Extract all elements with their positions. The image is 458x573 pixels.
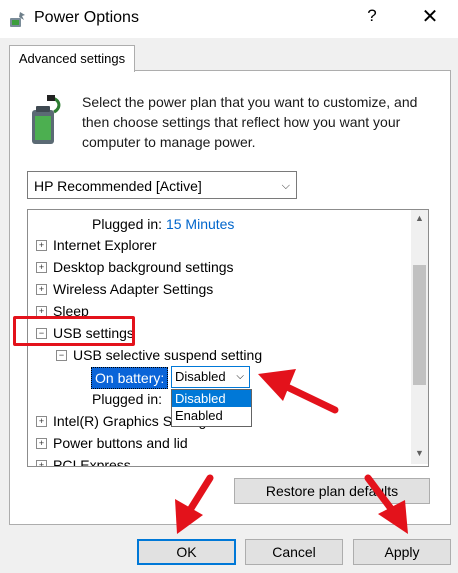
power-plan-select[interactable]: HP Recommended [Active] ⌵ (27, 171, 297, 199)
usb-suspend-select[interactable]: Disabled ⌵ (171, 366, 250, 388)
usb-suspend-value: Disabled (175, 369, 226, 384)
usb-suspend-dropdown-list[interactable]: Disabled Enabled (171, 389, 252, 427)
option-enabled[interactable]: Enabled (172, 407, 251, 424)
tree-item-label: Internet Explorer (53, 237, 157, 253)
tree-item-plugged-in-usb[interactable]: Plugged in: (92, 388, 162, 410)
expand-icon[interactable]: + (36, 415, 47, 427)
tree-item-label: Power buttons and lid (53, 435, 188, 451)
expand-icon[interactable]: + (36, 437, 47, 449)
tree-item-plugged-in-sleep[interactable]: Plugged in: 15 Minutes (92, 213, 234, 235)
scroll-up-icon[interactable]: ▲ (411, 213, 428, 223)
title-bar: Power Options ? ✕ (0, 0, 458, 38)
power-plan-value: HP Recommended [Active] (34, 178, 202, 194)
expand-icon[interactable]: + (36, 283, 47, 295)
chevron-down-icon: ⌵ (281, 180, 290, 192)
battery-plug-icon (32, 95, 61, 144)
power-options-icon (10, 12, 25, 27)
tree-item-label: Plugged in: (92, 391, 163, 407)
tree-item-label: PCI Express (53, 457, 131, 467)
tree-item-label: Plugged in: (92, 216, 163, 232)
tree-scrollbar[interactable]: ▲ ▼ (411, 210, 428, 464)
cancel-button[interactable]: Cancel (245, 539, 343, 565)
ok-button[interactable]: OK (137, 539, 236, 565)
help-button[interactable]: ? (358, 6, 386, 26)
tree-item-usb-selective-suspend[interactable]: − USB selective suspend setting (56, 344, 262, 366)
apply-button[interactable]: Apply (353, 539, 451, 565)
tree-item-wireless-adapter[interactable]: + Wireless Adapter Settings (36, 278, 213, 300)
tree-item-power-buttons-lid[interactable]: + Power buttons and lid (36, 432, 188, 454)
tree-item-desktop-background[interactable]: + Desktop background settings (36, 256, 234, 278)
tree-item-pci-express[interactable]: + PCI Express (36, 454, 131, 467)
collapse-icon[interactable]: − (56, 349, 67, 361)
expand-icon[interactable]: + (36, 459, 47, 466)
chevron-down-icon: ⌵ (236, 371, 244, 382)
tab-advanced-settings[interactable]: Advanced settings (9, 45, 135, 72)
option-disabled[interactable]: Disabled (172, 390, 251, 407)
expand-icon[interactable]: + (36, 261, 47, 273)
scroll-thumb[interactable] (413, 265, 426, 385)
tree-item-label: USB selective suspend setting (73, 347, 263, 363)
scroll-down-icon[interactable]: ▼ (411, 448, 428, 458)
window-title: Power Options (34, 9, 139, 26)
plan-description: Select the power plan that you want to c… (82, 94, 418, 150)
restore-defaults-button[interactable]: Restore plan defaults (234, 478, 430, 504)
on-battery-label[interactable]: On battery: (91, 367, 169, 389)
annotation-highlight-box (13, 316, 135, 346)
tree-item-label: Wireless Adapter Settings (53, 281, 214, 297)
close-icon[interactable]: ✕ (416, 4, 444, 29)
setting-value-link[interactable]: 15 Minutes (166, 216, 234, 232)
tree-item-internet-explorer[interactable]: + Internet Explorer (36, 234, 157, 256)
tree-item-label: Desktop background settings (53, 259, 234, 275)
expand-icon[interactable]: + (36, 239, 47, 251)
